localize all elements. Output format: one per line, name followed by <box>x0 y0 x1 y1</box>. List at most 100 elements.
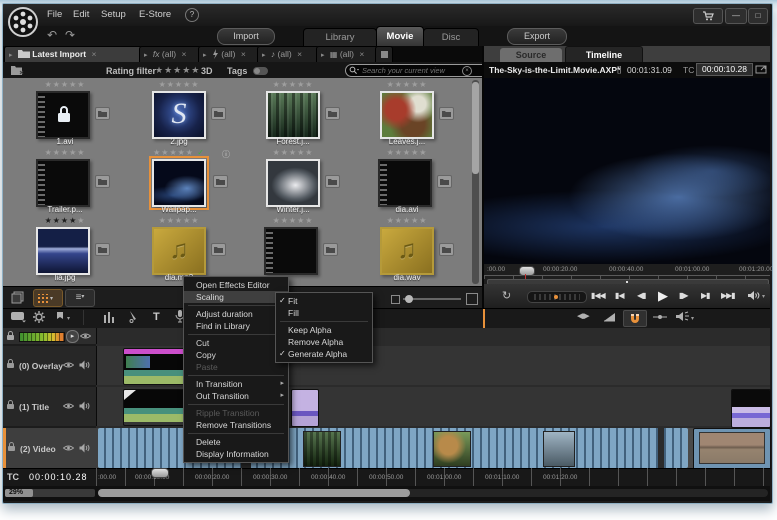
item-rating[interactable]: ★★★★★ <box>11 216 119 225</box>
clear-search-icon[interactable]: × <box>462 66 472 76</box>
close-icon[interactable]: × <box>91 49 96 59</box>
item-rating[interactable]: ★★★★★ <box>353 216 461 225</box>
thumbnail-zoom-slider[interactable] <box>403 295 461 303</box>
close-icon[interactable]: × <box>297 49 302 59</box>
item-rating[interactable]: ★★★★★ <box>353 148 461 157</box>
timeline-tc-value[interactable]: 00:00:10.28 <box>29 472 88 482</box>
tags-label[interactable]: Tags <box>227 66 247 76</box>
asset-thumbnail[interactable]: S <box>152 91 206 139</box>
marker-dropdown-icon[interactable]: ▾ <box>67 315 70 322</box>
menu-item-copy[interactable]: Copy <box>184 349 288 361</box>
next-clip-button[interactable]: ▶▮ <box>701 291 711 300</box>
scorefitter-horn-icon[interactable] <box>675 311 689 322</box>
tab-expand-icon[interactable]: ▸ <box>144 52 148 59</box>
asset-thumbnail[interactable]: ♫ <box>152 227 206 275</box>
menu-item-adjust-duration[interactable]: Adjust duration <box>184 308 288 320</box>
import-button[interactable]: Import <box>217 28 275 45</box>
menu-item-cut[interactable]: Cut <box>184 337 288 349</box>
clip-photo-thumbnail[interactable] <box>433 431 471 467</box>
menu-edit[interactable]: Edit <box>73 9 89 20</box>
zoom-in-icon[interactable] <box>466 293 478 305</box>
eye-icon[interactable] <box>63 361 74 369</box>
menu-file[interactable]: File <box>47 9 62 20</box>
volume-icon[interactable] <box>747 290 761 301</box>
list-view-button[interactable]: ≡▾ <box>65 289 95 307</box>
submenu-item-keep-alpha[interactable]: Keep Alpha <box>276 324 372 336</box>
item-rating[interactable]: ★★★★★ <box>125 216 233 225</box>
speaker-icon[interactable] <box>79 401 90 411</box>
tab-expand-icon[interactable]: ▸ <box>262 52 266 59</box>
audio-mixer-icon[interactable] <box>103 311 115 323</box>
lock-icon[interactable] <box>6 400 15 410</box>
menu-item-scaling[interactable]: Scaling▸ <box>184 291 288 303</box>
timeline-scrollbar[interactable] <box>98 489 768 497</box>
cart-icon[interactable] <box>693 8 723 24</box>
search-input[interactable] <box>345 64 501 77</box>
zoom-out-icon[interactable] <box>391 295 400 304</box>
asset-thumbnail[interactable] <box>266 159 320 207</box>
collection-badge-icon[interactable] <box>95 175 110 188</box>
timeline-zoom-indicator[interactable]: 29% <box>5 489 95 497</box>
tags-toggle[interactable] <box>253 67 268 75</box>
tab-expand-icon[interactable]: ▸ <box>9 52 13 59</box>
menu-estore[interactable]: E-Store <box>139 9 171 20</box>
eye-icon[interactable] <box>63 402 74 410</box>
collection-badge-icon[interactable] <box>323 243 338 256</box>
shuttle-control[interactable] <box>527 291 587 303</box>
minimize-button[interactable]: — <box>725 8 747 24</box>
scenes-icon[interactable] <box>11 291 25 304</box>
eye-icon[interactable] <box>63 444 74 452</box>
collection-badge-icon[interactable] <box>211 243 226 256</box>
scrollbar-thumb[interactable] <box>472 82 479 174</box>
title-clip-purple[interactable] <box>731 389 771 428</box>
lock-icon[interactable] <box>7 442 16 452</box>
asset-thumbnail[interactable] <box>36 227 90 275</box>
export-button[interactable]: Export <box>507 28 567 45</box>
lock-icon[interactable] <box>6 331 15 341</box>
clip-photo-thumbnail[interactable] <box>303 431 341 467</box>
library-scrollbar[interactable] <box>472 80 479 284</box>
menu-setup[interactable]: Setup <box>101 9 126 20</box>
playhead-handle[interactable] <box>519 266 535 276</box>
collection-badge-icon[interactable] <box>325 107 340 120</box>
collection-badge-icon[interactable] <box>437 175 452 188</box>
tab-expand-icon[interactable]: ▸ <box>203 52 207 59</box>
close-icon[interactable]: × <box>241 49 246 59</box>
item-rating[interactable]: ★★★★★ <box>353 80 461 89</box>
play-button[interactable]: ▶ <box>658 288 668 304</box>
lock-icon[interactable] <box>6 359 15 369</box>
group-folder-icon[interactable] <box>11 65 25 75</box>
magnet-snap-button[interactable] <box>623 310 647 327</box>
asset-thumbnail[interactable] <box>378 159 432 207</box>
item-rating[interactable]: ★★★★★ <box>11 80 119 89</box>
tab-source[interactable]: Source <box>500 48 562 62</box>
asset-thumbnail[interactable] <box>264 227 318 275</box>
collection-badge-icon[interactable] <box>325 175 340 188</box>
submenu-item-fit[interactable]: ✓ Fit <box>276 295 372 307</box>
maximize-button[interactable]: □ <box>748 8 768 24</box>
close-icon[interactable]: × <box>359 49 364 59</box>
collection-badge-icon[interactable] <box>439 107 454 120</box>
submenu-item-fill[interactable]: Fill <box>276 307 372 319</box>
menu-item-delete[interactable]: Delete <box>184 436 288 448</box>
collection-badge-icon[interactable] <box>95 107 110 120</box>
slider-handle[interactable] <box>405 295 413 303</box>
expand-tracks-button[interactable]: ▸ <box>66 330 79 343</box>
collection-badge-icon[interactable] <box>213 175 228 188</box>
menu-item-open-effects-editor[interactable]: Open Effects Editor <box>184 279 288 291</box>
settings-gear-icon[interactable] <box>33 311 45 323</box>
keyframe-line-icon[interactable] <box>653 313 667 321</box>
timeline-playhead-handle[interactable] <box>151 468 169 478</box>
menu-item-display-information[interactable]: Display Information <box>184 448 288 460</box>
item-rating[interactable]: ★★★★★ <box>239 80 347 89</box>
volume-dropdown-icon[interactable]: ▾ <box>762 293 765 300</box>
speaker-icon[interactable] <box>79 360 90 370</box>
redo-icon[interactable]: ↷ <box>65 28 75 42</box>
asset-thumbnail-selected[interactable] <box>149 156 209 210</box>
go-to-start-button[interactable]: ▮◀◀ <box>591 291 606 300</box>
title-clip-purple[interactable] <box>291 389 319 427</box>
submenu-item-generate-alpha[interactable]: ✓ Generate Alpha <box>276 348 372 360</box>
timecode-field[interactable]: 00:00:10.28 <box>696 63 753 76</box>
trim-mode-icon[interactable]: ◀▮▶ <box>577 312 590 320</box>
submenu-item-remove-alpha[interactable]: Remove Alpha <box>276 336 372 348</box>
